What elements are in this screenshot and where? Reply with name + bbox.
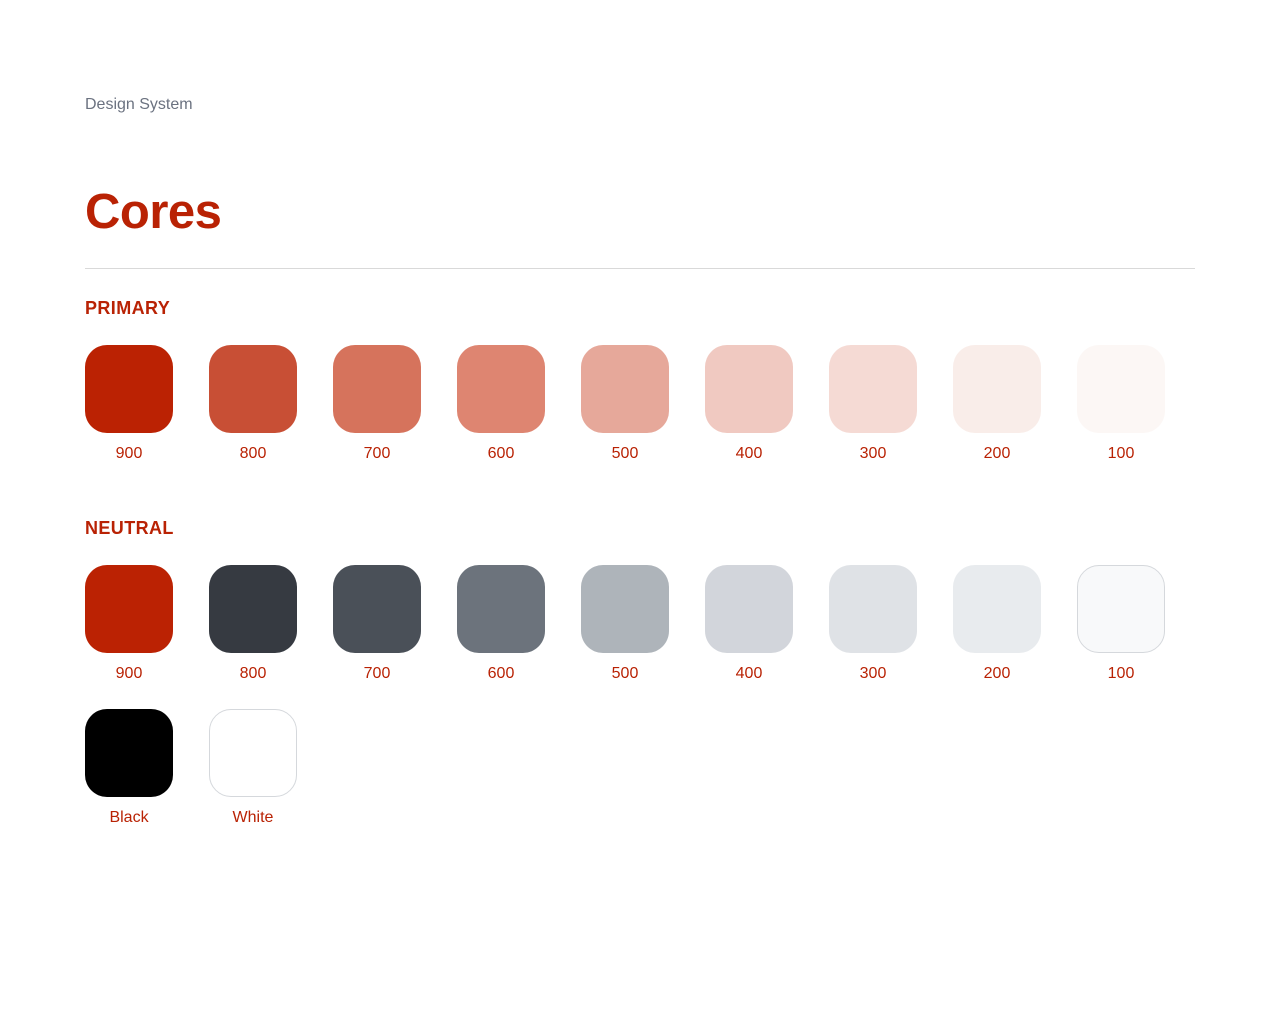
title-divider <box>85 268 1195 269</box>
color-swatch <box>209 345 297 433</box>
color-swatch <box>953 565 1041 653</box>
primary-swatch-item-100: 100 <box>1077 345 1165 464</box>
color-swatch <box>209 709 297 797</box>
primary-swatch-item-300: 300 <box>829 345 917 464</box>
color-swatch <box>581 565 669 653</box>
swatch-label: 500 <box>611 665 639 682</box>
neutral-swatch-item-800: 800 <box>209 565 297 684</box>
primary-swatch-row: 900 800 700 600 500 400 300 200 100 <box>85 345 1201 464</box>
swatch-label: 300 <box>859 665 887 682</box>
primary-swatch-item-400: 400 <box>705 345 793 464</box>
primary-swatch-item-500: 500 <box>581 345 669 464</box>
eyebrow-label: Design System <box>85 96 193 113</box>
section-label-neutral: NEUTRAL <box>85 518 174 538</box>
page-title: Cores <box>85 185 222 239</box>
swatch-label: White <box>232 809 274 826</box>
swatch-label: 200 <box>983 665 1011 682</box>
color-swatch <box>333 345 421 433</box>
primary-swatch-item-200: 200 <box>953 345 1041 464</box>
swatch-label: 300 <box>859 445 887 462</box>
color-swatch <box>581 345 669 433</box>
neutral-swatch-item-500: 500 <box>581 565 669 684</box>
swatch-label: 600 <box>487 445 515 462</box>
color-swatch <box>209 565 297 653</box>
neutral-swatch-item-700: 700 <box>333 565 421 684</box>
swatch-label: 800 <box>239 445 267 462</box>
color-swatch <box>457 565 545 653</box>
swatch-label: 100 <box>1107 665 1135 682</box>
swatch-label: 900 <box>115 665 143 682</box>
color-swatch <box>1077 565 1165 653</box>
color-swatch <box>953 345 1041 433</box>
neutral-swatch-item-300: 300 <box>829 565 917 684</box>
color-swatch <box>705 565 793 653</box>
color-swatch <box>829 565 917 653</box>
neutral-swatch-item-100: 100 <box>1077 565 1165 684</box>
color-swatch <box>85 345 173 433</box>
swatch-label: 700 <box>363 445 391 462</box>
primary-swatch-item-800: 800 <box>209 345 297 464</box>
swatch-label: 400 <box>735 445 763 462</box>
swatch-label: 400 <box>735 665 763 682</box>
primary-swatch-item-600: 600 <box>457 345 545 464</box>
color-swatch <box>829 345 917 433</box>
color-swatch <box>333 565 421 653</box>
primary-swatch-item-900: 900 <box>85 345 173 464</box>
neutral-swatch-item-900: 900 <box>85 565 173 684</box>
neutral-swatch-item-200: 200 <box>953 565 1041 684</box>
neutral-swatch-item-black: Black <box>85 709 173 828</box>
neutral-extras-row: Black White <box>85 709 333 828</box>
swatch-label: Black <box>109 809 149 826</box>
swatch-label: 700 <box>363 665 391 682</box>
color-swatch <box>457 345 545 433</box>
swatch-label: 100 <box>1107 445 1135 462</box>
swatch-label: 900 <box>115 445 143 462</box>
color-swatch <box>85 565 173 653</box>
neutral-swatch-row: 900 800 700 600 500 400 300 200 100 <box>85 565 1201 684</box>
swatch-label: 600 <box>487 665 515 682</box>
color-swatch <box>85 709 173 797</box>
neutral-swatch-item-600: 600 <box>457 565 545 684</box>
neutral-swatch-item-400: 400 <box>705 565 793 684</box>
swatch-label: 200 <box>983 445 1011 462</box>
section-label-primary: PRIMARY <box>85 298 171 318</box>
primary-swatch-item-700: 700 <box>333 345 421 464</box>
swatch-label: 800 <box>239 665 267 682</box>
color-swatch <box>705 345 793 433</box>
swatch-label: 500 <box>611 445 639 462</box>
neutral-swatch-item-white: White <box>209 709 297 828</box>
color-swatch <box>1077 345 1165 433</box>
